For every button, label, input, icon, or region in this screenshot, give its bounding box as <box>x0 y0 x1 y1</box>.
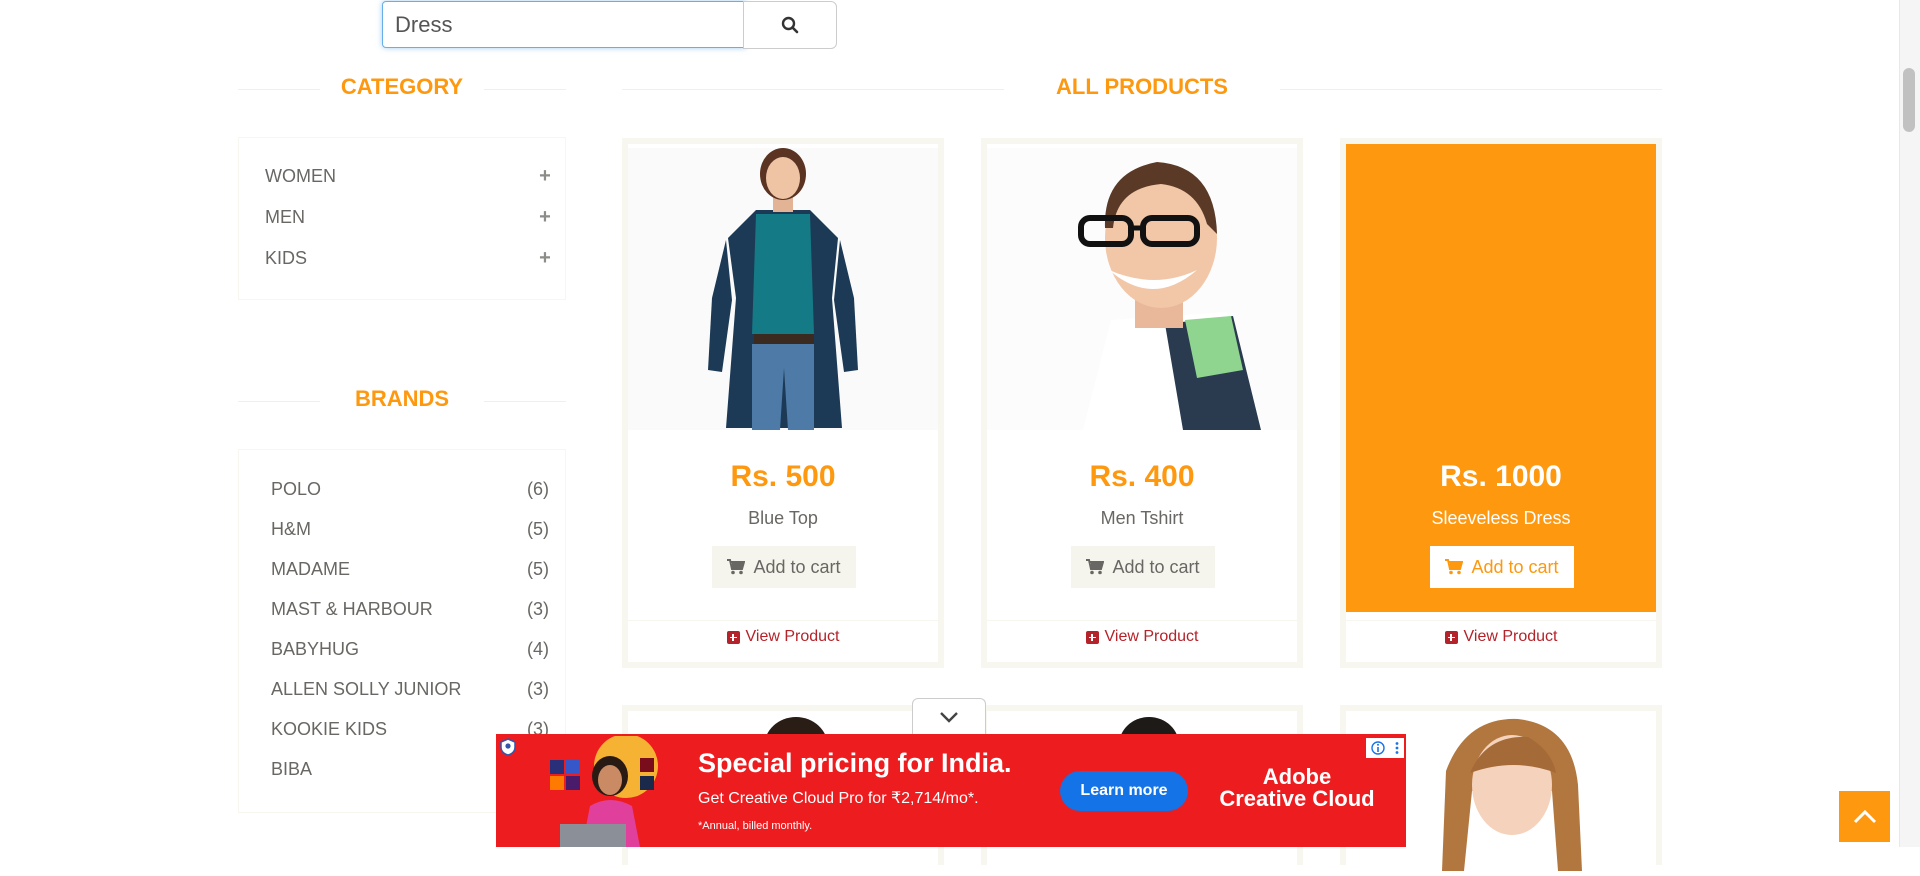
brand-item[interactable]: ALLEN SOLLY JUNIOR (3) <box>271 677 549 701</box>
brand-name: ALLEN SOLLY JUNIOR <box>271 678 462 699</box>
brand-item[interactable]: POLO (6) <box>271 477 549 501</box>
product-card: Rs. 400 Men Tshirt Add to cart View Prod… <box>981 138 1303 668</box>
brand-item[interactable]: BABYHUG (4) <box>271 637 549 661</box>
brand-item[interactable]: MAST & HARBOUR (3) <box>271 597 549 621</box>
view-product-label: View Product <box>1463 628 1558 645</box>
ad-brand: Adobe Creative Cloud <box>1212 766 1382 810</box>
more-options-icon[interactable] <box>1394 741 1400 755</box>
search-icon <box>781 16 799 34</box>
add-to-cart-button[interactable]: Add to cart <box>1430 546 1574 588</box>
all-products-title: ALL PRODUCTS <box>1056 74 1228 99</box>
ad-brand-line2: Creative Cloud <box>1219 786 1375 811</box>
chevron-down-icon <box>940 712 958 723</box>
ad-banner[interactable]: Special pricing for India. Get Creative … <box>496 734 1406 847</box>
product-card: Rs. 500 Blue Top Add to cart View Produc… <box>622 138 944 668</box>
brand-count: (6) <box>527 478 549 499</box>
ad-collapse-button[interactable] <box>912 698 986 735</box>
learn-more-button[interactable]: Learn more <box>1060 771 1188 811</box>
plus-square-icon <box>1085 630 1099 644</box>
chevron-up-icon <box>1853 809 1876 823</box>
category-item-women[interactable]: WOMEN + <box>265 164 555 188</box>
heading-rule <box>1280 89 1662 90</box>
product-price: Rs. 400 <box>1089 460 1195 493</box>
brand-name: MADAME <box>271 558 351 579</box>
brand-count: (4) <box>527 638 549 659</box>
cart-icon <box>1086 559 1105 575</box>
product-name: Men Tshirt <box>1100 508 1184 528</box>
ad-info[interactable] <box>1366 738 1404 758</box>
woman-figure <box>628 148 938 430</box>
brand-count: (5) <box>527 558 549 579</box>
product-name: Sleeveless Dress <box>1431 508 1571 528</box>
brand-name: POLO <box>271 478 322 499</box>
view-product-label: View Product <box>745 628 840 645</box>
cart-icon <box>1445 559 1464 575</box>
add-to-cart-label: Add to cart <box>753 556 841 577</box>
view-product-link[interactable]: View Product <box>987 628 1297 646</box>
heading-rule <box>238 401 320 402</box>
brand-count: (5) <box>527 518 549 539</box>
product-card: Rs. 1000 Sleeveless Dress Add to cart Vi… <box>1340 138 1662 668</box>
view-product-link[interactable]: View Product <box>1346 628 1656 646</box>
product-image <box>987 148 1297 430</box>
add-to-cart-button[interactable]: Add to cart <box>712 546 856 588</box>
scroll-up-button[interactable] <box>1839 791 1890 842</box>
card-divider <box>987 620 1297 621</box>
category-item-kids[interactable]: KIDS + <box>265 246 555 270</box>
search-button[interactable] <box>743 1 837 49</box>
shield-icon <box>500 738 516 756</box>
brand-name: KOOKIE KIDS <box>271 718 388 739</box>
category-panel: WOMEN + MEN + KIDS + <box>238 137 566 300</box>
man-figure <box>987 148 1297 430</box>
product-price: Rs. 1000 <box>1440 460 1562 493</box>
plus-square-icon <box>1444 630 1458 644</box>
heading-rule <box>622 89 1004 90</box>
brand-name: MAST & HARBOUR <box>271 598 433 619</box>
brand-name: H&M <box>271 518 311 539</box>
product-name: Blue Top <box>748 508 818 528</box>
plus-icon[interactable]: + <box>535 247 555 270</box>
brand-name: BIBA <box>271 758 313 779</box>
product-price: Rs. 500 <box>730 460 836 493</box>
ad-note: *Annual, billed monthly. <box>698 820 813 832</box>
info-icon[interactable] <box>1370 741 1385 755</box>
category-label: KIDS <box>265 247 308 268</box>
brand-item[interactable]: MADAME (5) <box>271 557 549 581</box>
ad-brand-line1: Adobe <box>1262 764 1332 789</box>
category-label: WOMEN <box>265 165 336 186</box>
add-to-cart-label: Add to cart <box>1471 556 1559 577</box>
brand-count: (3) <box>527 678 549 699</box>
brands-title: BRANDS <box>354 386 450 411</box>
heading-rule <box>484 401 566 402</box>
search-input[interactable] <box>382 1 746 48</box>
category-title: CATEGORY <box>340 74 464 99</box>
ad-promo-image <box>550 736 658 847</box>
card-divider <box>628 620 938 621</box>
heading-rule <box>238 89 320 90</box>
plus-icon[interactable]: + <box>535 165 555 188</box>
cart-icon <box>727 559 746 575</box>
plus-square-icon <box>726 630 740 644</box>
category-item-men[interactable]: MEN + <box>265 205 555 229</box>
plus-icon[interactable]: + <box>535 206 555 229</box>
category-label: MEN <box>265 206 305 227</box>
ad-subtitle: Get Creative Cloud Pro for ₹2,714/mo*. <box>698 790 979 807</box>
brand-count: (3) <box>527 598 549 619</box>
brand-item[interactable]: H&M (5) <box>271 517 549 541</box>
product-overlay: Rs. 1000 Sleeveless Dress Add to cart <box>1346 144 1656 612</box>
view-product-label: View Product <box>1104 628 1199 645</box>
ad-title: Special pricing for India. <box>698 748 1012 778</box>
brand-name: BABYHUG <box>271 638 360 659</box>
add-to-cart-label: Add to cart <box>1112 556 1200 577</box>
card-divider <box>1346 620 1656 621</box>
heading-rule <box>484 89 566 90</box>
view-product-link[interactable]: View Product <box>628 628 938 646</box>
product-image <box>628 148 938 430</box>
add-to-cart-button[interactable]: Add to cart <box>1071 546 1215 588</box>
scrollbar-thumb[interactable] <box>1903 68 1915 132</box>
